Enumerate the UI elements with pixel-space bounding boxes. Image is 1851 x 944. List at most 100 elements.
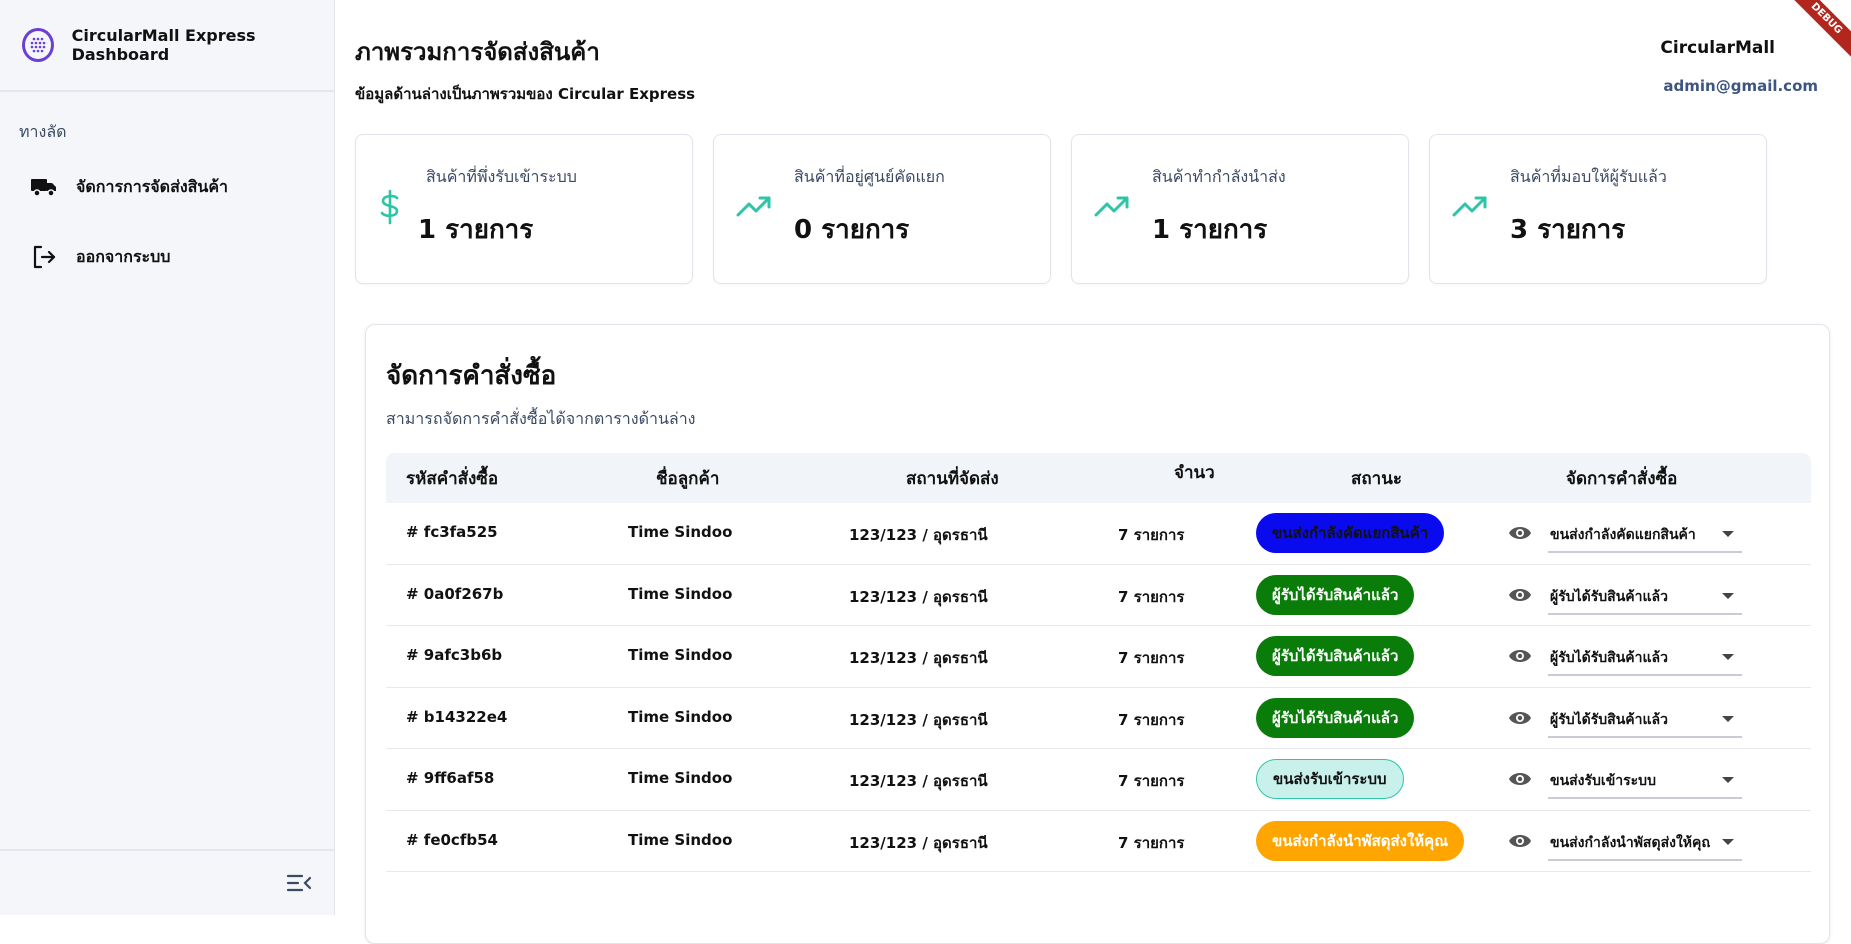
sidebar-item-label: ออกจากระบบ [76,246,171,266]
chevron-down-icon [1722,531,1734,537]
card-label: สินค้าที่มอบให้ผู้รับแล้ว [1510,167,1667,186]
card-value: 1 รายการ [418,215,534,245]
status-select-value: ผู้รับได้รับสินค้าแล้ว [1550,711,1668,728]
status-badge: ผู้รับได้รับสินค้าแล้ว [1256,574,1415,615]
item-quantity: 7 รายการ [1118,772,1185,790]
shipping-address: 123/123 / อุดรธานี [849,526,988,544]
shipping-address: 123/123 / อุดรธานี [849,649,988,667]
status-badge: ขนส่งรับเข้าระบบ [1256,759,1404,799]
customer-name: Time Sindoo [628,523,733,541]
column-header-status: สถานะ [1351,469,1402,489]
page-subtitle: ข้อมูลด้านล่างเป็นภาพรวมของ Circular Exp… [355,85,696,103]
shipping-address: 123/123 / อุดรธานี [849,833,988,852]
column-header-order-id: รหัสคำสั่งซื้อ [406,469,499,489]
table-row: # b14322e4 Time Sindoo 123/123 / อุดรธาน… [386,688,1811,749]
view-eye-icon[interactable] [1508,522,1532,544]
truck-icon [30,173,58,201]
customer-name: Time Sindoo [628,769,733,787]
summary-card-received: สินค้าที่พึ่งรับเข้าระบบ 1 รายการ [355,134,693,284]
chevron-down-icon [1722,592,1734,599]
orders-title: จัดการคำสั่งซื้อ [386,361,557,391]
page-title: ภาพรวมการจัดส่งสินค้า [355,38,600,66]
user-email: admin@gmail.com [1663,77,1818,95]
status-badge: ผู้รับได้รับสินค้าแล้ว [1256,697,1415,738]
customer-name: Time Sindoo [628,646,733,664]
shipping-address: 123/123 / อุดรธานี [849,772,988,790]
chevron-down-icon [1722,777,1734,783]
status-select[interactable]: ผู้รับได้รับสินค้าแล้ว [1548,577,1742,615]
item-quantity: 7 รายการ [1118,526,1185,544]
logout-icon [30,243,58,271]
sidebar-item-manage-shipping[interactable]: จัดการการจัดส่งสินค้า [0,165,334,209]
trending-up-icon [736,195,772,231]
dollar-icon [378,189,414,225]
column-header-address: สถานที่จัดส่ง [906,469,999,489]
view-eye-icon[interactable] [1508,707,1532,729]
user-name: CircularMall [1660,38,1775,58]
view-eye-icon[interactable] [1508,645,1532,667]
main-content: ภาพรวมการจัดส่งสินค้า ข้อมูลด้านล่างเป็น… [335,0,1851,944]
chevron-down-icon [1722,654,1734,660]
orders-subtitle: สามารถจัดการคำสั่งซื้อได้จากตารางด้านล่า… [386,409,696,428]
status-select[interactable]: ขนส่งกำลังคัดแยกสินค้า [1548,515,1742,553]
shipping-address: 123/123 / อุดรธานี [849,587,988,606]
debug-banner: DEBUG [1780,0,1851,65]
item-quantity: 7 รายการ [1118,833,1185,852]
card-label: สินค้าทำกำลังนำส่ง [1152,167,1286,186]
order-id: # fc3fa525 [406,523,498,541]
order-id: # fe0cfb54 [406,830,498,849]
status-select[interactable]: ขนส่งกำลังนำพัสดุส่งให้คุณ [1548,823,1742,861]
status-select-value: ผู้รับได้รับสินค้าแล้ว [1550,588,1668,605]
customer-name: Time Sindoo [628,830,733,849]
order-id: # 0a0f267b [406,584,504,603]
status-badge: ขนส่งกำลังนำพัสดุส่งให้คุณ [1256,820,1465,861]
customer-name: Time Sindoo [628,707,733,726]
table-row: # 9afc3b6b Time Sindoo 123/123 / อุดรธาน… [386,626,1811,688]
brand-header: CircularMall Express Dashboard [0,0,334,92]
item-quantity: 7 รายการ [1118,587,1185,606]
shortcut-section-label: ทางลัด [19,122,67,141]
card-label: สินค้าที่พึ่งรับเข้าระบบ [426,167,577,186]
shipping-address: 123/123 / อุดรธานี [849,710,988,729]
table-header: รหัสคำสั่งซื้อ ชื่อลูกค้า สถานที่จัดส่ง … [386,453,1811,503]
menu-collapse-icon[interactable] [286,871,312,895]
chevron-down-icon [1722,838,1734,845]
orders-panel: จัดการคำสั่งซื้อ สามารถจัดการคำสั่งซื้อไ… [365,324,1830,944]
card-value: 0 รายการ [794,215,910,245]
summary-card-delivered: สินค้าที่มอบให้ผู้รับแล้ว 3 รายการ [1429,134,1767,284]
orders-table: รหัสคำสั่งซื้อ ชื่อลูกค้า สถานที่จัดส่ง … [386,453,1811,872]
table-row: # 0a0f267b Time Sindoo 123/123 / อุดรธาน… [386,565,1811,626]
order-id: # 9ff6af58 [406,769,495,787]
status-select[interactable]: ผู้รับได้รับสินค้าแล้ว [1548,700,1742,738]
column-header-quantity: จำนวน [1174,463,1214,483]
status-select[interactable]: ผู้รับได้รับสินค้าแล้ว [1548,638,1742,676]
customer-name: Time Sindoo [628,584,733,603]
brand-title: CircularMall Express Dashboard [71,26,256,64]
column-header-customer: ชื่อลูกค้า [656,469,720,489]
status-badge: ขนส่งกำลังคัดแยกสินค้า [1256,513,1445,553]
view-eye-icon[interactable] [1508,584,1532,606]
card-value: 1 รายการ [1152,215,1268,245]
status-select-value: ขนส่งกำลังนำพัสดุส่งให้คุณ [1550,834,1710,851]
column-header-actions: จัดการคำสั่งซื้อ [1566,469,1678,489]
status-select[interactable]: ขนส่งรับเข้าระบบ [1548,761,1742,799]
trending-up-icon [1094,195,1130,231]
status-select-value: ขนส่งรับเข้าระบบ [1550,773,1656,789]
view-eye-icon[interactable] [1508,768,1532,790]
status-badge: ผู้รับได้รับสินค้าแล้ว [1256,636,1415,676]
brand-logo-icon [22,28,54,62]
table-row: # fc3fa525 Time Sindoo 123/123 / อุดรธาน… [386,503,1811,565]
trending-up-icon [1452,195,1488,231]
order-id: # b14322e4 [406,707,508,726]
sidebar: CircularMall Express Dashboard ทางลัด จั… [0,0,335,915]
item-quantity: 7 รายการ [1118,710,1185,729]
chevron-down-icon [1722,715,1734,722]
card-label: สินค้าที่อยู่ศูนย์คัดแยก [794,167,945,186]
sidebar-footer [0,849,334,915]
status-select-value: ขนส่งกำลังคัดแยกสินค้า [1550,527,1696,543]
view-eye-icon[interactable] [1508,830,1532,852]
table-row: # 9ff6af58 Time Sindoo 123/123 / อุดรธาน… [386,749,1811,811]
sidebar-item-label: จัดการการจัดส่งสินค้า [76,176,229,196]
order-id: # 9afc3b6b [406,646,503,664]
sidebar-item-logout[interactable]: ออกจากระบบ [0,235,334,279]
